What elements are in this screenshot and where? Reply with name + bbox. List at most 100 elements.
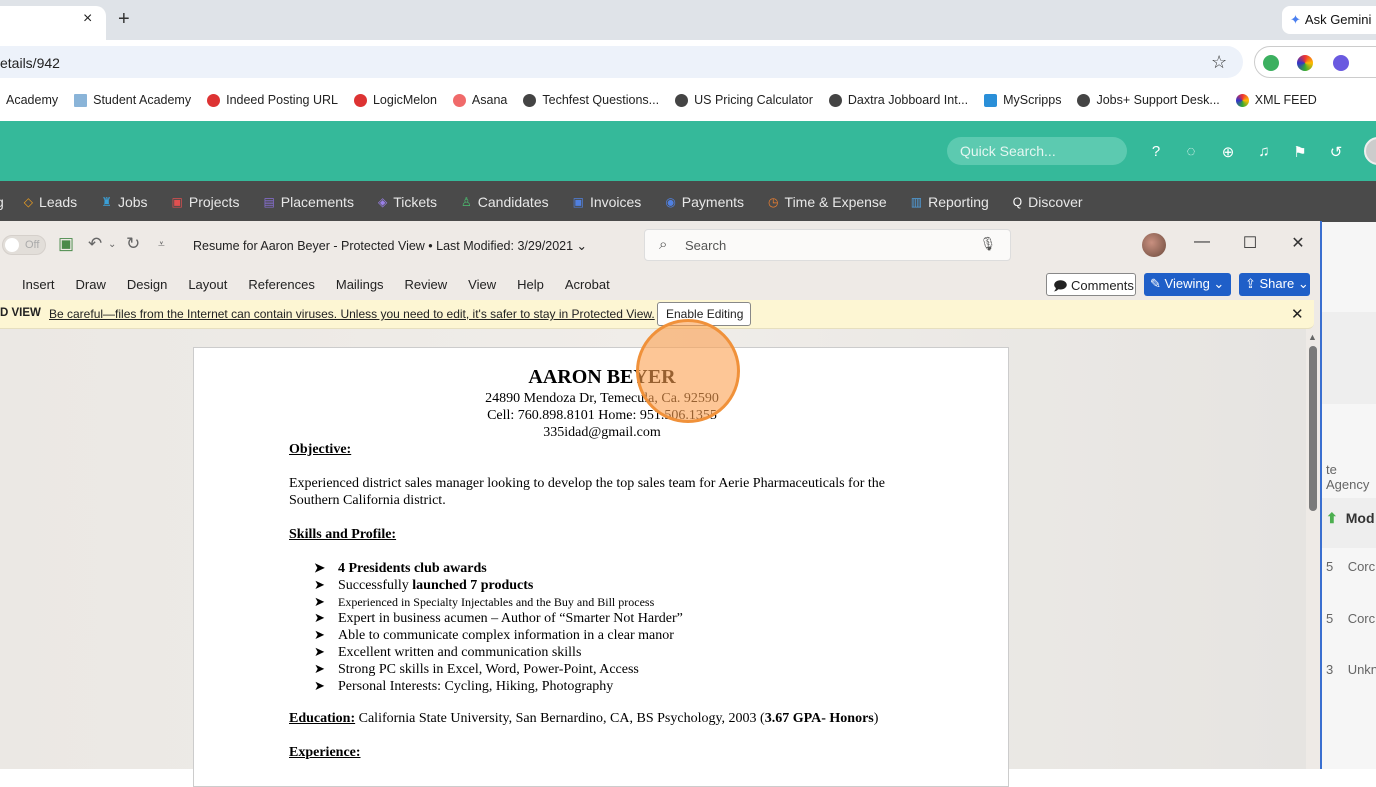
xml-feed-icon xyxy=(1235,93,1249,107)
gemini-label: Ask Gemini xyxy=(1304,12,1372,27)
arrow-bullet-icon: ➤ xyxy=(314,577,325,592)
flag-icon[interactable]: ⚑ xyxy=(1291,143,1309,161)
close-bar-icon[interactable]: ✕ xyxy=(1291,305,1304,323)
bookmark[interactable]: Jobs+ Support Desk... xyxy=(1077,93,1220,107)
bookmark[interactable]: LogicMelon xyxy=(353,93,437,107)
extension-icon[interactable] xyxy=(1297,55,1313,71)
redo-icon[interactable]: ↻ xyxy=(126,234,140,254)
ribbon-tab-draw[interactable]: Draw xyxy=(76,277,106,292)
minimize-icon[interactable]: — xyxy=(1192,233,1212,251)
nav-item-candidates[interactable]: ♙ Candidates xyxy=(461,194,549,210)
viewing-mode-button[interactable]: ✎ Viewing ⌄ xyxy=(1144,273,1231,296)
new-tab-button[interactable]: + xyxy=(118,8,130,31)
document-title[interactable]: Resume for Aaron Beyer - Protected View … xyxy=(193,238,587,253)
ribbon-tab-view[interactable]: View xyxy=(468,277,496,292)
globe-icon xyxy=(675,93,689,107)
ribbon-tab-help[interactable]: Help xyxy=(517,277,544,292)
nav-item-leads[interactable]: ◇ Leads xyxy=(24,194,77,210)
extension-icon[interactable] xyxy=(1333,55,1349,71)
skill-item: ➤ Expert in business acumen – Author of “… xyxy=(314,610,683,626)
resume-email: 335idad@gmail.com xyxy=(543,425,661,440)
nav-label: Leads xyxy=(39,193,78,210)
pen-icon: ✎ xyxy=(1150,276,1165,291)
bookmark[interactable]: Asana xyxy=(452,93,507,107)
ribbon-tab-mailings[interactable]: Mailings xyxy=(336,277,384,292)
resume-phones: Cell: 760.898.8101 Home: 951.506.1355 xyxy=(487,408,717,423)
nav-item-reporting[interactable]: ▥ Reporting xyxy=(911,194,989,210)
table-row[interactable]: 3 Unkn xyxy=(1322,662,1376,677)
bookmark[interactable]: Academy xyxy=(0,93,58,107)
nav-icon: ◈ xyxy=(377,194,388,209)
quick-search-input[interactable]: Quick Search... xyxy=(947,137,1127,165)
save-icon[interactable]: ▣ xyxy=(58,234,74,254)
agency-label: te Agency xyxy=(1326,462,1370,492)
customize-toolbar-icon[interactable]: ⩡ xyxy=(158,237,165,252)
share-button[interactable]: ⇪ Share ⌄ xyxy=(1239,273,1310,296)
nav-item-time-expense[interactable]: ◷ Time & Expense xyxy=(768,194,887,210)
nav-item-partial[interactable]: g xyxy=(0,194,4,210)
vertical-scrollbar[interactable]: ▲ xyxy=(1306,329,1320,769)
chat-icon[interactable]: ◌ xyxy=(1182,143,1200,160)
nav-item-placements[interactable]: ▤ Placements xyxy=(263,194,354,210)
bookmark[interactable]: MyScripps xyxy=(984,93,1061,107)
ribbon-tab-layout[interactable]: Layout xyxy=(188,277,227,292)
skill-item: ➤ Excellent written and communication ski… xyxy=(314,644,582,660)
bell-icon[interactable]: ♫ xyxy=(1255,143,1273,160)
ribbon-tab-review[interactable]: Review xyxy=(405,277,448,292)
url-text[interactable]: etails/942 xyxy=(0,55,60,71)
indeed-icon xyxy=(207,93,221,107)
doc-icon xyxy=(74,93,88,107)
ribbon-tab-insert[interactable]: Insert xyxy=(22,277,55,292)
word-search-input[interactable]: ⌕ Search 🎙 xyxy=(644,229,1011,261)
maximize-icon[interactable]: ☐ xyxy=(1240,233,1260,253)
bookmark[interactable]: XML FEED xyxy=(1235,93,1317,107)
autosave-toggle[interactable]: Off xyxy=(2,235,46,255)
nav-item-jobs[interactable]: ♜ Jobs xyxy=(101,194,147,210)
scroll-up-icon[interactable]: ▲ xyxy=(1308,332,1317,342)
comments-button[interactable]: 🗩 Comments xyxy=(1046,273,1136,296)
bookmark[interactable]: Daxtra Jobboard Int... xyxy=(828,93,968,107)
nav-icon: ◉ xyxy=(665,194,676,209)
undo-icon[interactable]: ↶ xyxy=(88,234,102,254)
bookmark-star-icon[interactable]: ☆ xyxy=(1211,52,1227,73)
bookmark[interactable]: US Pricing Calculator xyxy=(675,93,813,107)
nav-item-invoices[interactable]: ▣ Invoices xyxy=(573,194,642,210)
panel-band xyxy=(1322,312,1376,404)
ribbon-tab-acrobat[interactable]: Acrobat xyxy=(565,277,610,292)
resume-name: AARON BEYER xyxy=(528,366,676,388)
bookmark[interactable]: Indeed Posting URL xyxy=(207,93,338,107)
nav-item-discover[interactable]: Q Discover xyxy=(1013,194,1083,210)
bookmark-label: Student Academy xyxy=(93,93,192,107)
nav-item-payments[interactable]: ◉ Payments xyxy=(665,194,744,210)
nav-label: Discover xyxy=(1028,193,1083,210)
nav-item-tickets[interactable]: ◈ Tickets xyxy=(378,194,437,210)
undo-dropdown-icon[interactable]: ⌄ xyxy=(108,239,116,250)
close-icon[interactable]: ✕ xyxy=(1288,233,1308,253)
account-avatar[interactable] xyxy=(1142,233,1166,257)
ribbon-tab-design[interactable]: Design xyxy=(127,277,167,292)
document-page: AARON BEYER 24890 Mendoza Dr, Temecula, … xyxy=(193,347,1009,787)
table-row[interactable]: 5 Corc xyxy=(1322,559,1376,574)
logicmelon-icon xyxy=(353,93,367,107)
bookmark[interactable]: Techfest Questions... xyxy=(523,93,659,107)
add-icon[interactable]: ⊕ xyxy=(1219,143,1237,161)
bookmark-label: Jobs+ Support Desk... xyxy=(1096,93,1220,107)
microphone-icon[interactable]: 🎙 xyxy=(979,236,996,252)
column-header[interactable]: ⬆ Mod xyxy=(1322,498,1376,548)
ask-gemini-button[interactable]: ✦ Ask Gemini xyxy=(1282,6,1376,34)
address-bar[interactable] xyxy=(0,46,1243,78)
extension-icon[interactable] xyxy=(1263,55,1279,71)
ribbon-tab-references[interactable]: References xyxy=(248,277,314,292)
history-icon[interactable]: ↺ xyxy=(1327,143,1345,161)
nav-item-projects[interactable]: ▣ Projects xyxy=(172,194,240,210)
bookmark[interactable]: Student Academy xyxy=(74,93,191,107)
table-row[interactable]: 5 Corc xyxy=(1322,611,1376,626)
scrollbar-thumb[interactable] xyxy=(1309,346,1317,511)
nav-items: g ◇ Leads ♜ Jobs ▣ Projects ▤ Placements ◈ Tickets… xyxy=(0,181,1107,222)
bookmark-label: US Pricing Calculator xyxy=(694,93,813,107)
nav-label: Reporting xyxy=(928,193,989,210)
help-icon[interactable]: ? xyxy=(1147,143,1165,160)
tab-close-icon[interactable]: × xyxy=(83,10,97,28)
search-placeholder: Search xyxy=(685,238,727,253)
protected-view-message[interactable]: Be careful—files from the Internet can c… xyxy=(49,307,655,321)
